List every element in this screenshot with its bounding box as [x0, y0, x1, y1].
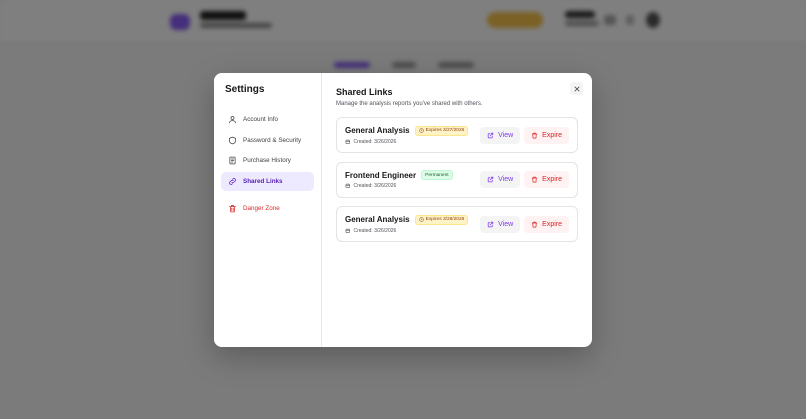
- shared-link-card: General Analysis Expires 3/27/2026 Creat…: [336, 117, 578, 153]
- external-link-icon: [487, 132, 494, 138]
- close-button[interactable]: [570, 82, 583, 95]
- modal-title: Settings: [225, 84, 265, 95]
- sidebar-item-label: Purchase History: [243, 157, 291, 164]
- view-button[interactable]: View: [480, 126, 521, 144]
- user-icon: [229, 116, 236, 124]
- link-icon: [229, 177, 236, 185]
- expire-label: Expire: [542, 131, 562, 139]
- sidebar-item-purchase-history[interactable]: Purchase History: [221, 151, 314, 170]
- shared-links-list: General Analysis Expires 3/27/2026 Creat…: [336, 117, 578, 242]
- receipt-icon: [229, 156, 236, 165]
- status-badge: Expires 3/27/2026: [414, 125, 469, 136]
- view-label: View: [498, 131, 514, 139]
- badge-label: Permanent: [425, 172, 449, 178]
- link-title: General Analysis: [345, 126, 410, 135]
- badge-label: Expires 3/27/2026: [425, 128, 465, 133]
- sidebar-item-account-info[interactable]: Account Info: [221, 110, 314, 129]
- page-subtitle: Manage the analysis reports you've share…: [336, 101, 483, 107]
- badge-label: Expires 3/28/2026: [425, 217, 465, 222]
- sidebar-item-shared-links[interactable]: Shared Links: [221, 171, 314, 191]
- calendar-icon: [345, 228, 350, 233]
- link-title: Frontend Engineer: [345, 170, 417, 180]
- sidebar-item-danger-zone[interactable]: Danger Zone: [221, 199, 314, 218]
- calendar-icon: [345, 183, 350, 189]
- shield-icon: [229, 136, 236, 144]
- status-badge: Expires 3/28/2026: [414, 214, 469, 225]
- close-icon: [574, 86, 579, 91]
- trash-icon: [531, 132, 538, 138]
- trash-icon: [531, 176, 538, 183]
- link-title: General Analysis: [345, 215, 410, 224]
- expire-button[interactable]: Expire: [524, 171, 569, 188]
- created-date: Created: 3/26/2026: [345, 183, 480, 189]
- shared-link-card: Frontend Engineer Permanent Created: 3/2…: [336, 161, 578, 198]
- created-label: Created: 3/26/2026: [353, 138, 397, 145]
- view-label: View: [498, 176, 514, 183]
- expire-button[interactable]: Expire: [524, 126, 569, 144]
- sidebar-item-password-security[interactable]: Password & Security: [221, 131, 314, 150]
- settings-modal: Settings Account Info Password & Securit…: [214, 73, 592, 347]
- external-link-icon: [487, 221, 494, 227]
- expire-button[interactable]: Expire: [524, 215, 569, 233]
- expire-label: Expire: [542, 176, 562, 183]
- clock-icon: [418, 217, 424, 222]
- sidebar-item-label: Shared Links: [243, 177, 283, 185]
- calendar-icon: [345, 139, 350, 144]
- expire-label: Expire: [542, 220, 562, 228]
- created-date: Created: 3/26/2026: [345, 228, 480, 234]
- created-label: Created: 3/26/2026: [353, 183, 397, 189]
- trash-icon: [229, 204, 236, 212]
- clock-icon: [418, 128, 424, 133]
- settings-sidebar: Settings Account Info Password & Securit…: [214, 73, 322, 347]
- settings-content: Shared Links Manage the analysis reports…: [322, 73, 592, 347]
- view-button[interactable]: View: [480, 215, 521, 233]
- view-label: View: [498, 220, 514, 228]
- sidebar-item-label: Danger Zone: [243, 204, 280, 212]
- sidebar-item-label: Account Info: [243, 116, 279, 123]
- created-label: Created: 3/26/2026: [353, 227, 397, 234]
- trash-icon: [531, 221, 538, 227]
- status-badge: Permanent: [421, 170, 453, 180]
- shared-link-card: General Analysis Expires 3/28/2026 Creat…: [336, 206, 578, 242]
- created-date: Created: 3/26/2026: [345, 139, 480, 145]
- external-link-icon: [487, 176, 494, 183]
- page-title: Shared Links: [336, 87, 393, 97]
- view-button[interactable]: View: [480, 171, 521, 188]
- sidebar-item-label: Password & Security: [243, 136, 302, 144]
